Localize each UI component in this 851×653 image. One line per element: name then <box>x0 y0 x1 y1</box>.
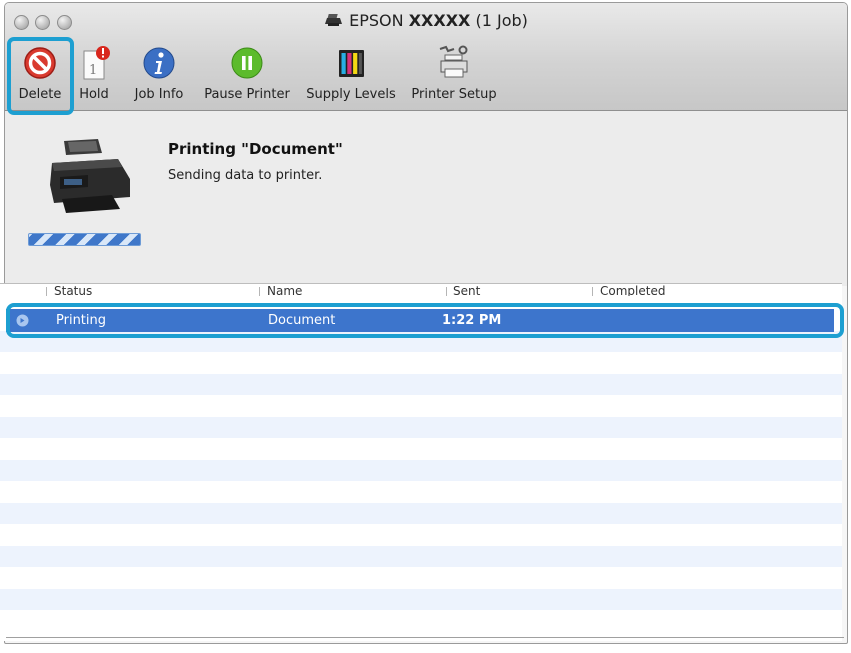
delete-highlight-callout <box>7 37 74 115</box>
hold-label: Hold <box>79 87 109 102</box>
empty-row <box>0 503 842 524</box>
supply-levels-label: Supply Levels <box>306 87 396 102</box>
row-highlight-callout <box>6 303 844 338</box>
window-title: EPSON XXXXX (1 Job) <box>5 11 847 30</box>
job-info-label: Job Info <box>134 87 184 102</box>
pause-printer-button[interactable]: Pause Printer <box>200 45 294 105</box>
supply-levels-button[interactable]: Supply Levels <box>304 45 398 105</box>
ink-levels-icon <box>339 50 364 77</box>
svg-text:1: 1 <box>89 63 97 78</box>
title-job-count: (1 Job) <box>475 11 528 30</box>
empty-row <box>0 374 842 395</box>
title-model: XXXXX <box>408 11 471 30</box>
hold-icon: 1 <box>83 46 110 80</box>
empty-row <box>0 417 842 438</box>
empty-row <box>0 589 842 610</box>
printer-setup-icon <box>439 45 468 78</box>
column-header-sent[interactable]: Sent <box>453 284 583 296</box>
job-info-button[interactable]: Job Info <box>129 45 189 105</box>
printer-title-icon <box>325 14 343 26</box>
window-bottom-edge <box>6 637 844 638</box>
column-header-name[interactable]: Name <box>267 284 417 296</box>
titlebar-toolbar: EPSON XXXXX (1 Job) Delete 1 Hold Job In… <box>5 3 847 111</box>
info-icon <box>143 47 175 79</box>
job-title: Printing "Document" <box>168 140 343 158</box>
empty-row <box>0 546 842 567</box>
pause-printer-label: Pause Printer <box>204 87 290 102</box>
printer-image <box>50 139 130 213</box>
pause-icon <box>231 47 263 79</box>
empty-row <box>0 460 842 481</box>
column-header-status[interactable]: Status <box>54 284 204 296</box>
printer-setup-label: Printer Setup <box>411 87 497 102</box>
job-status-text: Sending data to printer. <box>168 168 323 183</box>
column-header-completed[interactable]: Completed <box>600 284 820 296</box>
printer-setup-button[interactable]: Printer Setup <box>407 45 501 105</box>
title-brand: EPSON <box>349 11 404 30</box>
job-progress-bar <box>28 233 141 246</box>
hold-button[interactable]: 1 Hold <box>75 45 113 105</box>
